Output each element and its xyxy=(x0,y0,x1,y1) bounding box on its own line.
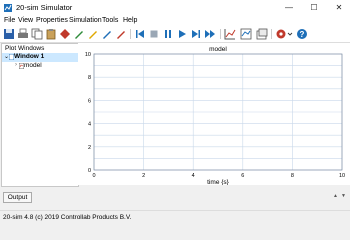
toolbar-separator xyxy=(220,29,221,39)
menu-bar: File View Properties Simulation Tools He… xyxy=(0,16,350,26)
y-tick-label: 8 xyxy=(88,75,91,81)
clear-icon[interactable] xyxy=(59,28,71,40)
status-bar: 20-sim 4.8 (c) 2019 Controllab Products … xyxy=(0,210,350,225)
y-tick-label: 6 xyxy=(88,98,91,104)
step-icon[interactable] xyxy=(190,28,202,40)
y-tick-label: 10 xyxy=(85,52,91,58)
x-tick-label: 4 xyxy=(192,173,195,179)
status-text: 20-sim 4.8 (c) 2019 Controllab Products … xyxy=(3,214,132,221)
draw-icon[interactable] xyxy=(73,28,85,40)
y-tick-label: 2 xyxy=(88,145,91,151)
x-tick-label: 2 xyxy=(142,173,145,179)
svg-text:?: ? xyxy=(300,30,305,39)
y-tick-label: 4 xyxy=(88,122,91,128)
paste-icon[interactable] xyxy=(45,28,57,40)
tree-header: Plot Windows xyxy=(5,45,45,52)
x-tick-label: 6 xyxy=(241,173,244,179)
tree-item-model[interactable]: model xyxy=(24,62,42,69)
settings-icon[interactable] xyxy=(275,28,287,40)
x-axis-label: time {s} xyxy=(207,179,230,185)
menu-file[interactable]: File xyxy=(4,17,15,24)
scroll-up-arrow[interactable]: ▲ xyxy=(333,193,338,199)
plot-panel[interactable]: 0 2 4 6 8 10 0 2 4 6 8 10 model time {s} xyxy=(78,43,350,186)
chevron-down-icon[interactable] xyxy=(287,28,293,40)
toolbar-separator xyxy=(130,29,131,39)
x-tick-label: 8 xyxy=(291,173,294,179)
copy-icon[interactable] xyxy=(31,28,43,40)
window-title: 20-sim Simulator xyxy=(16,3,73,12)
plot-windows-tree: Plot Windows ⌄ Window 1 › model xyxy=(1,43,79,187)
menu-help[interactable]: Help xyxy=(123,17,137,24)
x-tick-label: 0 xyxy=(92,173,95,179)
export-icon[interactable] xyxy=(256,28,268,40)
chart-title: model xyxy=(209,46,227,53)
draw2-icon[interactable] xyxy=(87,28,99,40)
close-button[interactable]: ✕ xyxy=(330,2,348,14)
minimize-button[interactable]: — xyxy=(280,2,298,14)
play-icon[interactable] xyxy=(176,28,188,40)
app-icon xyxy=(4,4,12,12)
draw3-icon[interactable] xyxy=(101,28,113,40)
menu-tools[interactable]: Tools xyxy=(102,17,118,24)
toolbar: ? xyxy=(0,26,350,43)
output-tab[interactable]: Output xyxy=(3,192,32,203)
menu-properties[interactable]: Properties xyxy=(36,17,68,24)
plot-icon[interactable] xyxy=(240,28,252,40)
menu-view[interactable]: View xyxy=(18,17,33,24)
print-icon[interactable] xyxy=(17,28,29,40)
chart[interactable]: 0 2 4 6 8 10 0 2 4 6 8 10 model time {s} xyxy=(78,43,350,186)
menu-simulation[interactable]: Simulation xyxy=(69,17,102,24)
save-icon[interactable] xyxy=(3,28,15,40)
y-tick-label: 0 xyxy=(88,168,91,174)
x-tick-label: 10 xyxy=(339,173,345,179)
fast-forward-icon[interactable] xyxy=(204,28,216,40)
title-bar: 20-sim Simulator — ☐ ✕ xyxy=(0,0,350,16)
pause-icon[interactable] xyxy=(162,28,174,40)
toolbar-separator xyxy=(271,29,272,39)
tree-item-label: Window 1 xyxy=(14,53,45,60)
help-icon[interactable]: ? xyxy=(296,28,308,40)
plot-properties-icon[interactable] xyxy=(224,28,236,40)
edit-icon[interactable] xyxy=(115,28,127,40)
rewind-icon[interactable] xyxy=(134,28,146,40)
scroll-down-arrow[interactable]: ▼ xyxy=(341,193,346,199)
chevron-right-icon[interactable]: › xyxy=(15,62,17,68)
stop-icon[interactable] xyxy=(148,28,160,40)
maximize-button[interactable]: ☐ xyxy=(305,2,323,14)
